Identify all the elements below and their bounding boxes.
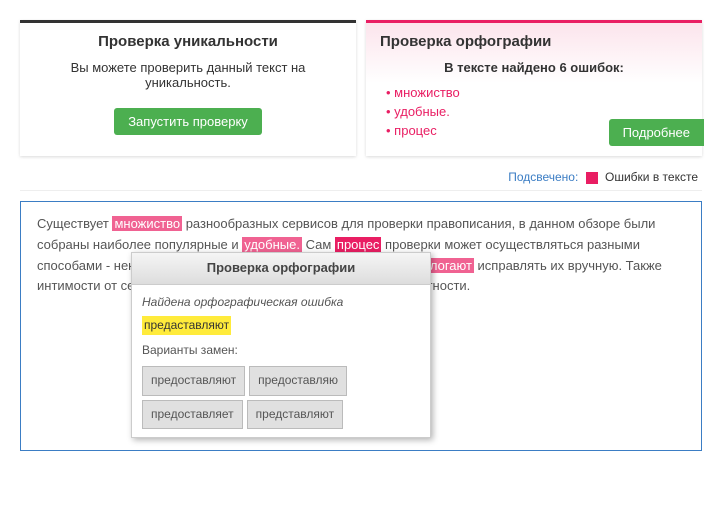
highlighted-error[interactable]: удобные. (242, 237, 302, 252)
legend-bar: Подсвечено: Ошибки в тексте (20, 164, 702, 191)
text-fragment: Существует (37, 216, 112, 231)
variants-label: Варианты замен: (142, 341, 420, 360)
suggestions-list: предоставляют предоставляю предоставляет… (142, 366, 420, 428)
popup-error-word: предаставляют (142, 316, 231, 335)
more-button[interactable]: Подробнее (609, 119, 704, 146)
suggestion-item[interactable]: представляют (247, 400, 343, 429)
popup-message: Найдена орфографическая ошибка (142, 293, 420, 312)
spelling-title: Проверка орфографии (380, 33, 688, 50)
spelling-popup: Проверка орфографии Найдена орфографичес… (131, 252, 431, 438)
uniqueness-title: Проверка уникальности (34, 33, 342, 50)
start-check-button[interactable]: Запустить проверку (114, 108, 262, 135)
errors-found-label: В тексте найдено 6 ошибок: (380, 60, 688, 75)
spelling-check-card: Проверка орфографии В тексте найдено 6 о… (366, 20, 702, 156)
highlighted-error[interactable]: процес (335, 237, 382, 252)
suggestion-item[interactable]: предоставляет (142, 400, 243, 429)
uniqueness-check-card: Проверка уникальности Вы можете проверит… (20, 20, 356, 156)
suggestion-item[interactable]: предоставляют (142, 366, 245, 395)
highlighted-error[interactable]: множиство (112, 216, 182, 231)
text-fragment: Сам (302, 237, 335, 252)
suggestion-item[interactable]: предоставляю (249, 366, 347, 395)
popup-title: Проверка орфографии (132, 253, 430, 285)
uniqueness-subtitle: Вы можете проверить данный текст на уник… (34, 60, 342, 90)
text-editor[interactable]: Существует множиство разнообразных серви… (20, 201, 702, 451)
error-item[interactable]: удобные. (386, 104, 688, 119)
error-item[interactable]: множиство (386, 85, 688, 100)
legend-label: Подсвечено: (508, 170, 578, 184)
legend-text: Ошибки в тексте (605, 170, 698, 184)
legend-color-swatch (586, 172, 598, 184)
